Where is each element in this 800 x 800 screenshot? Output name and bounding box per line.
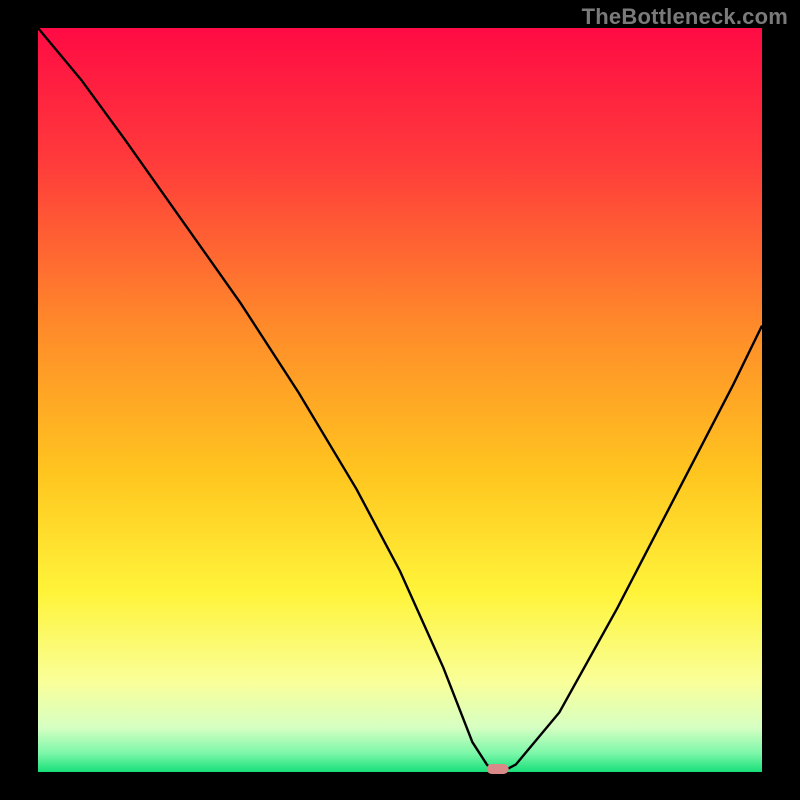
watermark-text: TheBottleneck.com — [582, 4, 788, 30]
bottleneck-chart — [0, 0, 800, 800]
gradient-background — [38, 28, 762, 772]
optimal-marker — [487, 764, 509, 774]
chart-frame: TheBottleneck.com — [0, 0, 800, 800]
